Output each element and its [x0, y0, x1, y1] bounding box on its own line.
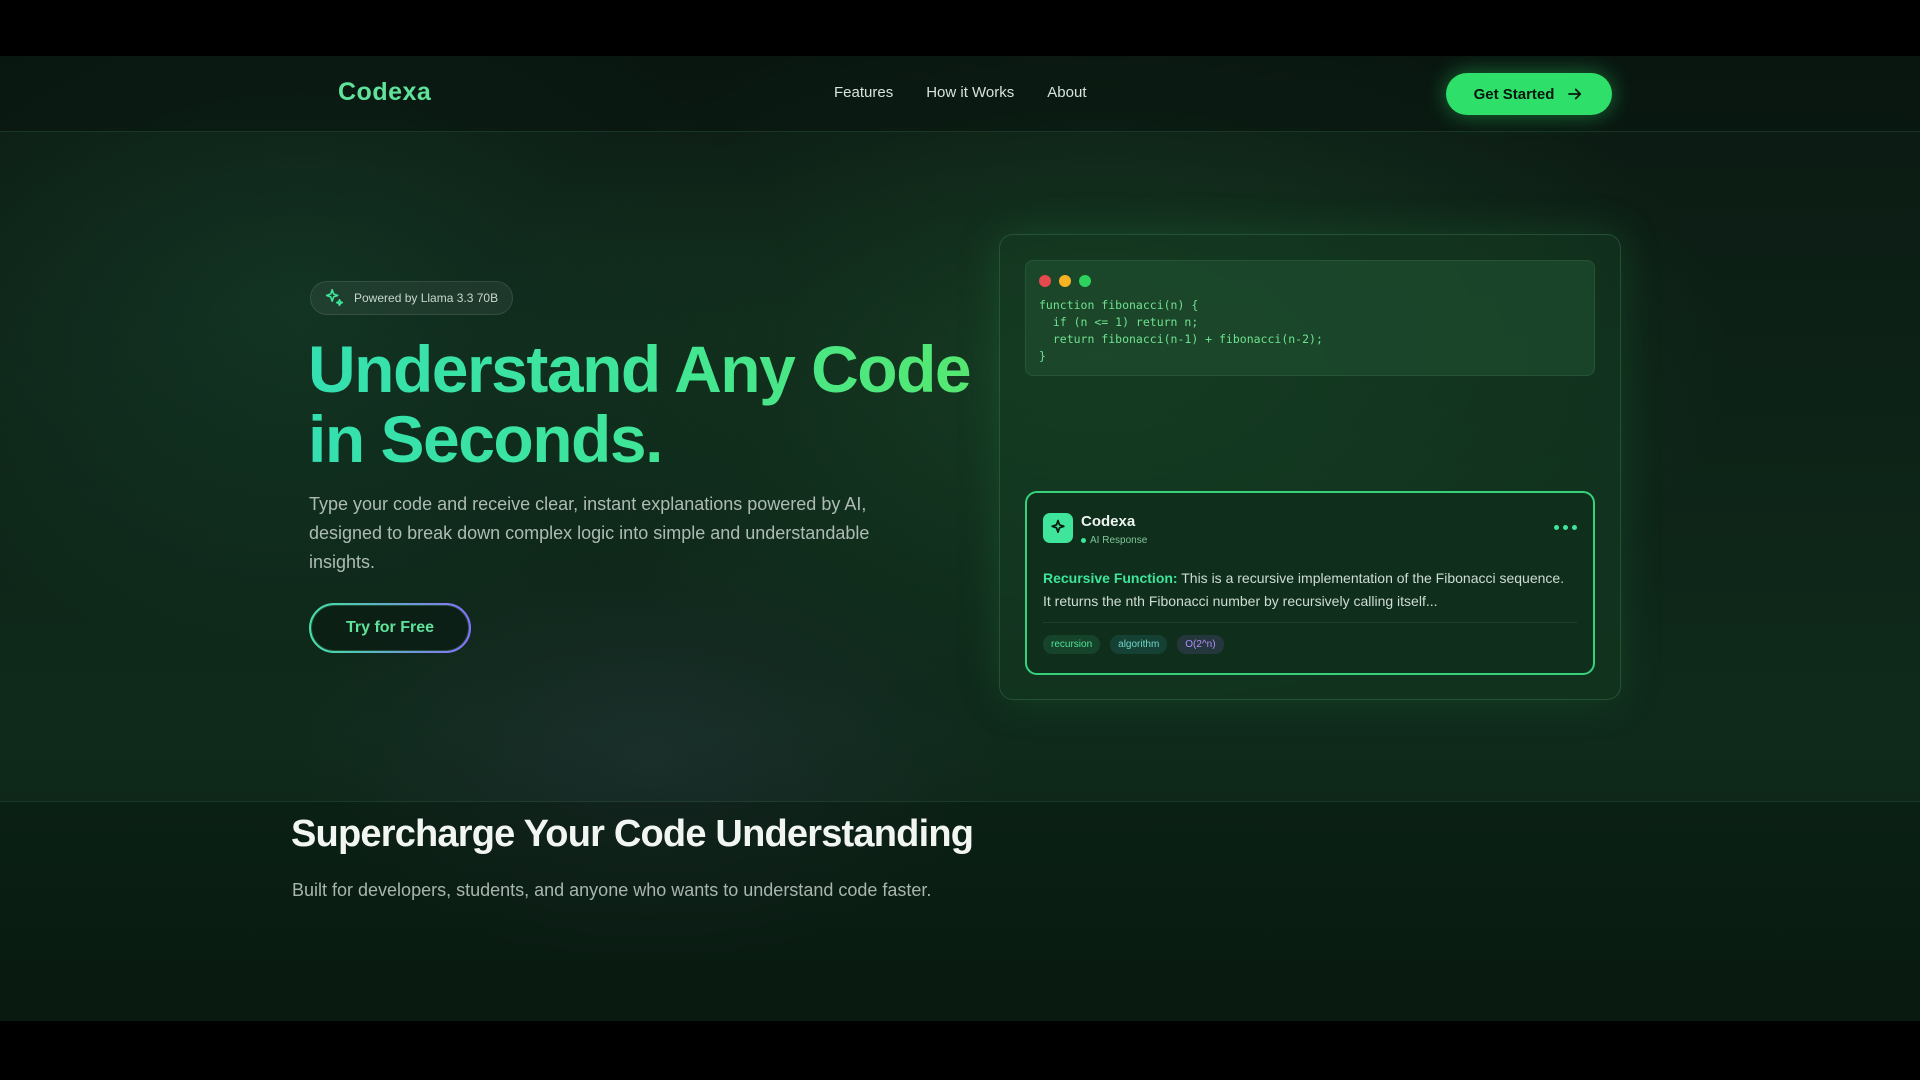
tag-recursion: recursion — [1043, 635, 1101, 654]
status-dot — [1081, 538, 1086, 543]
hero-title: Understand Any Code in Seconds. — [308, 334, 988, 474]
letterbox-top — [0, 0, 1920, 56]
features-title: Supercharge Your Code Understanding — [291, 813, 974, 855]
response-subtitle-label: AI Response — [1090, 535, 1148, 546]
code-snippet: function fibonacci(n) { if (n <= 1) retu… — [1039, 298, 1323, 363]
powered-by-badge: Powered by Llama 3.3 70B — [310, 281, 514, 315]
letterbox-bottom — [0, 1021, 1920, 1080]
get-started-button[interactable]: Get Started — [1446, 73, 1612, 115]
response-tags: recursion algorithm O(2^n) — [1043, 635, 1224, 654]
app-preview-card: function fibonacci(n) { if (n <= 1) retu… — [999, 234, 1621, 700]
code-window: function fibonacci(n) { if (n <= 1) retu… — [1025, 260, 1595, 376]
response-text: Recursive Function: This is a recursive … — [1043, 567, 1573, 613]
response-author: Codexa — [1081, 513, 1136, 530]
get-started-label: Get Started — [1473, 85, 1555, 103]
nav-link-how-it-works[interactable]: How it Works — [926, 84, 1014, 101]
more-icon[interactable] — [1554, 525, 1577, 530]
sparkle-icon — [1051, 519, 1065, 533]
response-divider — [1043, 622, 1577, 623]
sparkle-icon — [325, 288, 344, 307]
nav-link-features[interactable]: Features — [834, 84, 893, 101]
ai-response-card: Codexa AI Response Recursive Function: T… — [1025, 491, 1595, 675]
try-for-free-button[interactable]: Try for Free — [309, 603, 471, 653]
maximize-dot — [1079, 275, 1091, 287]
codexa-avatar — [1043, 513, 1073, 543]
landing-page: Codexa Features How it Works About Get S… — [0, 56, 1920, 1021]
hero-description: Type your code and receive clear, instan… — [309, 494, 870, 572]
features-subtitle: Built for developers, students, and anyo… — [292, 880, 932, 900]
hero-title-line1: Understand Any Code — [308, 332, 971, 406]
nav-link-about[interactable]: About — [1047, 84, 1086, 101]
nav-links: Features How it Works About — [834, 84, 1086, 101]
response-label: Recursive Function: — [1043, 570, 1178, 586]
arrow-right-icon — [1568, 88, 1582, 100]
hero-title-line2: in Seconds. — [308, 402, 662, 476]
badge-label: Powered by Llama 3.3 70B — [354, 291, 499, 305]
tag-complexity: O(2^n) — [1177, 635, 1224, 654]
logo[interactable]: Codexa — [338, 78, 431, 107]
close-dot — [1039, 275, 1051, 287]
window-controls — [1039, 275, 1091, 287]
tag-algorithm: algorithm — [1110, 635, 1168, 654]
response-subtitle: AI Response — [1081, 535, 1147, 546]
minimize-dot — [1059, 275, 1071, 287]
top-nav: Codexa Features How it Works About Get S… — [0, 56, 1920, 132]
try-for-free-label: Try for Free — [345, 619, 435, 636]
